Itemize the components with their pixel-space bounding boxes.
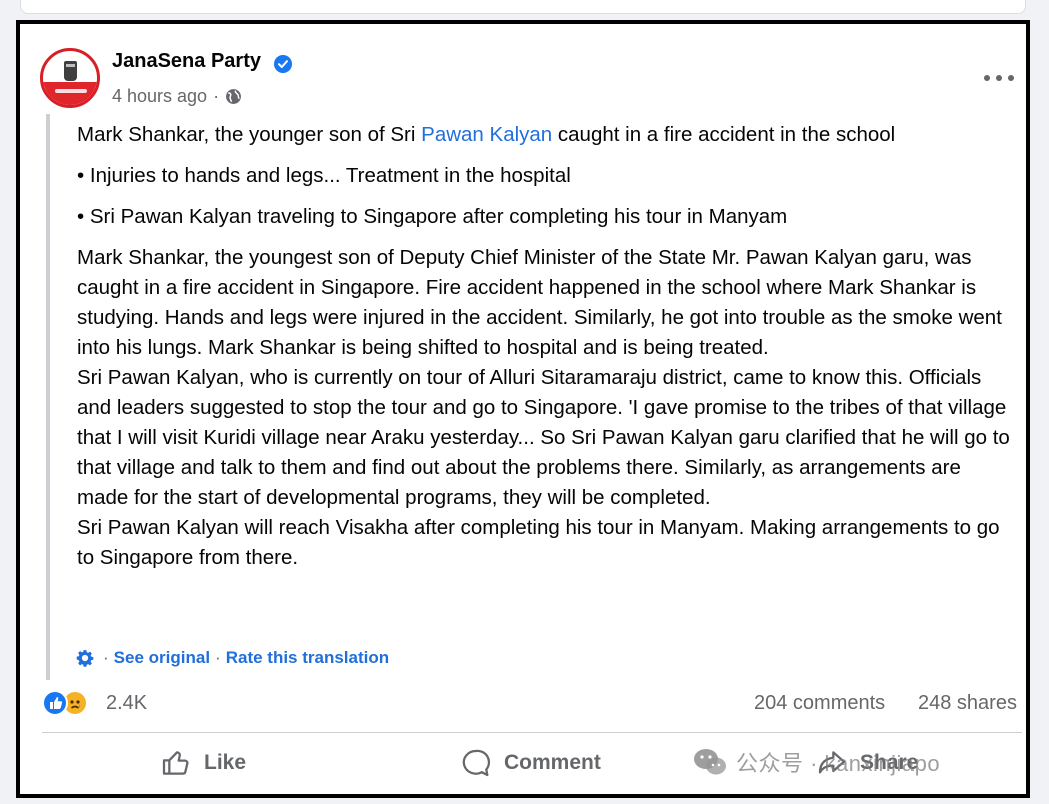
comment-bubble-icon — [462, 749, 491, 777]
verified-badge-icon — [274, 55, 292, 73]
post-card: JanaSena Party 4 hours ago · Mark Shanka… — [16, 20, 1030, 798]
previous-post-edge — [0, 0, 1049, 22]
glass-icon — [64, 61, 77, 81]
headline-suffix: caught in a fire accident in the school — [552, 123, 896, 146]
page-avatar[interactable] — [40, 48, 100, 108]
avatar-red-band — [43, 82, 97, 105]
mention-link[interactable]: Pawan Kalyan — [421, 123, 552, 146]
headline-line: Mark Shankar, the younger son of Sri Paw… — [77, 120, 1017, 150]
rate-translation-link[interactable]: Rate this translation — [226, 648, 389, 668]
previous-post-card — [20, 0, 1026, 14]
post-header: JanaSena Party 4 hours ago · — [40, 46, 1014, 110]
watermark: 公众号 · kanxinjiapo — [692, 746, 940, 778]
like-label: Like — [204, 751, 247, 774]
comment-count[interactable]: 204 comments — [754, 692, 885, 715]
share-count[interactable]: 248 shares — [918, 692, 1017, 715]
translation-separator: · — [215, 648, 221, 667]
watermark-text: 公众号 · kanxinjiapo — [736, 751, 941, 776]
comment-label: Comment — [504, 751, 601, 774]
post-body: Mark Shankar, the younger son of Sri Paw… — [77, 120, 1017, 573]
post-meta: 4 hours ago · — [112, 86, 242, 107]
reaction-count[interactable]: 2.4K — [106, 692, 147, 715]
translation-row: · See original · Rate this translation — [76, 648, 389, 668]
see-original-link[interactable]: See original — [114, 648, 210, 668]
thumbs-up-icon — [162, 751, 189, 775]
translation-separator: · — [103, 648, 109, 667]
bullet-item: • Injuries to hands and legs... Treatmen… — [77, 164, 571, 187]
more-options-icon[interactable] — [984, 68, 1014, 88]
avatar-script-mark — [55, 89, 87, 93]
like-reaction-icon[interactable] — [42, 690, 68, 716]
paragraph: Sri Pawan Kalyan, who is currently on to… — [77, 366, 1010, 509]
comment-button[interactable]: Comment — [460, 742, 601, 784]
gear-icon — [76, 650, 94, 667]
headline-prefix: Mark Shankar, the younger son of Sri — [77, 123, 422, 146]
like-button[interactable]: Like — [160, 742, 246, 784]
reactions-row: 2.4K 204 comments 248 shares — [42, 686, 1022, 720]
bullet-item: • Sri Pawan Kalyan traveling to Singapor… — [77, 205, 788, 228]
divider — [42, 732, 1022, 733]
globe-icon — [226, 89, 242, 104]
page-name[interactable]: JanaSena Party — [112, 50, 261, 73]
translation-quote-bar — [46, 114, 50, 680]
paragraph: Sri Pawan Kalyan will reach Visakha afte… — [77, 516, 1000, 569]
meta-separator: · — [213, 86, 220, 106]
wechat-icon — [694, 749, 726, 775]
post-time[interactable]: 4 hours ago — [112, 86, 207, 107]
paragraph: Mark Shankar, the youngest son of Deputy… — [77, 246, 1002, 359]
